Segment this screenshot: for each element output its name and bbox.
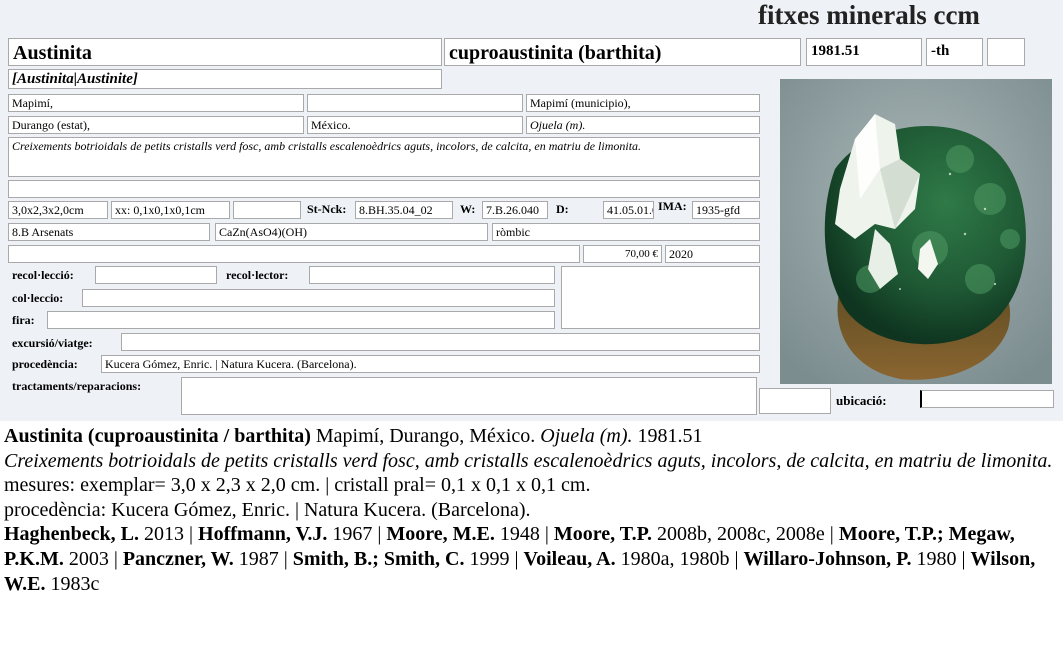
reference-author: Willaro-Johnson, P. <box>743 547 912 570</box>
strunz-nickel-label: St-Nck: <box>307 202 347 216</box>
collector-label: recol·lector: <box>226 268 289 282</box>
mineral-card: fitxes minerals ccm Austinita cuproausti… <box>0 0 1063 421</box>
blank-field[interactable] <box>8 180 760 198</box>
reference-year: 1999 <box>464 547 510 570</box>
collection-label: recol·lecció: <box>12 268 74 282</box>
catalog-number-field[interactable]: 1981.51 <box>806 38 922 66</box>
reference-year: 1980 <box>911 547 957 570</box>
fira-label: fira: <box>12 313 35 327</box>
summary-mineral-name: Austinita (cuproaustinita / barthita) <box>4 425 311 447</box>
ubicacio-field[interactable] <box>920 390 1054 408</box>
reference-year: 2003 <box>63 547 109 570</box>
ima-label: IMA: <box>658 199 687 213</box>
tractaments-field[interactable] <box>181 377 757 415</box>
summary-mesures: mesures: exemplar= 3,0 x 2,3 x 2,0 cm. |… <box>4 474 591 497</box>
reference-author: Panczner, W. <box>122 547 234 570</box>
class-field[interactable]: 8.B Arsenats <box>8 223 210 241</box>
excursio-field[interactable] <box>121 333 760 351</box>
reference-author: Voileau, A. <box>523 547 616 570</box>
d-label: D: <box>556 202 569 216</box>
locality-field-3[interactable]: Mapimí (municipio), <box>526 94 760 112</box>
reference-author: Moore, M.E. <box>386 523 495 546</box>
reference-author: Smith, B.; Smith, C. <box>292 547 465 570</box>
other-names-field[interactable]: [Austinita|Austinite] <box>8 69 442 89</box>
ima-field[interactable]: 1935-gfd <box>692 201 760 219</box>
crystal-size-field[interactable]: xx: 0,1x0,1x0,1cm <box>111 201 230 219</box>
collection-field[interactable] <box>95 266 217 284</box>
collector-field[interactable] <box>309 266 555 284</box>
summary-title: Austinita (cuproaustinita / barthita) Ma… <box>4 424 1062 449</box>
synonym-field[interactable]: cuproaustinita (barthita) <box>444 38 801 66</box>
price-field[interactable]: 70,00 € <box>583 245 662 263</box>
row6-blank-field[interactable] <box>8 245 580 263</box>
excursio-label: excursió/viatge: <box>12 336 93 350</box>
notes-field[interactable] <box>561 266 760 329</box>
locality-field-1[interactable]: Mapimí, <box>8 94 304 112</box>
dimensions-extra-field[interactable] <box>233 201 301 219</box>
summary-locality: Mapimí, Durango, México. <box>310 425 541 447</box>
reference-year: 1983c <box>45 572 100 595</box>
procedencia-field[interactable]: Kucera Gómez, Enric. | Natura Kucera. (B… <box>101 355 760 373</box>
reference-author: Moore, T.P. <box>553 523 653 546</box>
reference-year: 1987 <box>233 547 279 570</box>
summary-text: Austinita (cuproaustinita / barthita) Ma… <box>4 424 1062 596</box>
locality-field-6[interactable]: Ojuela (m). <box>526 116 760 134</box>
ubicacio-label: ubicació: <box>836 393 887 408</box>
summary-mine: Ojuela (m). <box>540 425 633 447</box>
specimen-image <box>780 79 1052 384</box>
locality-field-4[interactable]: Durango (estat), <box>8 116 304 134</box>
procedencia-label: procedència: <box>12 357 78 371</box>
reference-year: 1980a, 1980b <box>615 547 730 570</box>
reference-year: 1967 <box>327 523 373 546</box>
mineral-name-field[interactable]: Austinita <box>8 38 442 66</box>
summary-description: Creixements botrioidals de petits crista… <box>4 449 1053 472</box>
locality-field-5[interactable]: México. <box>307 116 523 134</box>
coleccio-label: col·leccio: <box>12 291 64 305</box>
coleccio-field[interactable] <box>82 289 555 307</box>
strunz-nickel-field[interactable]: 8.BH.35.04_02 <box>355 201 453 219</box>
description-field[interactable]: Creixements botrioidals de petits crista… <box>8 137 760 177</box>
reference-year: 2008b, 2008c, 2008e <box>652 523 825 546</box>
year-field[interactable]: 2020 <box>665 245 760 263</box>
locality-field-2[interactable] <box>307 94 523 112</box>
ubicacio-pre-field[interactable] <box>759 388 831 414</box>
suffix-extra-field[interactable] <box>987 38 1025 66</box>
w-label: W: <box>460 202 476 216</box>
formula-field[interactable]: CaZn(AsO4)(OH) <box>215 223 488 241</box>
site-title: fitxes minerals ccm <box>758 0 980 30</box>
summary-references: Haghenbeck, L. 2013 | Hoffmann, V.J. 196… <box>4 523 1036 595</box>
fira-field[interactable] <box>47 311 555 329</box>
reference-author: Hoffmann, V.J. <box>198 523 328 546</box>
d-field[interactable]: 41.05.01.03 <box>603 201 654 219</box>
suffix-field[interactable]: -th <box>926 38 983 66</box>
w-field[interactable]: 7.B.26.040 <box>482 201 548 219</box>
reference-year: 1948 <box>494 523 540 546</box>
reference-author: Haghenbeck, L. <box>4 523 140 546</box>
specimen-photo <box>780 79 1052 384</box>
summary-number: 1981.51 <box>632 425 703 447</box>
dimensions-field[interactable]: 3,0x2,3x2,0cm <box>8 201 108 219</box>
summary-procedencia: procedència: Kucera Gómez, Enric. | Natu… <box>4 498 531 521</box>
crystal-system-field[interactable]: ròmbic <box>492 223 760 241</box>
tractaments-label: tractaments/reparacions: <box>12 379 142 393</box>
reference-year: 2013 <box>139 523 185 546</box>
